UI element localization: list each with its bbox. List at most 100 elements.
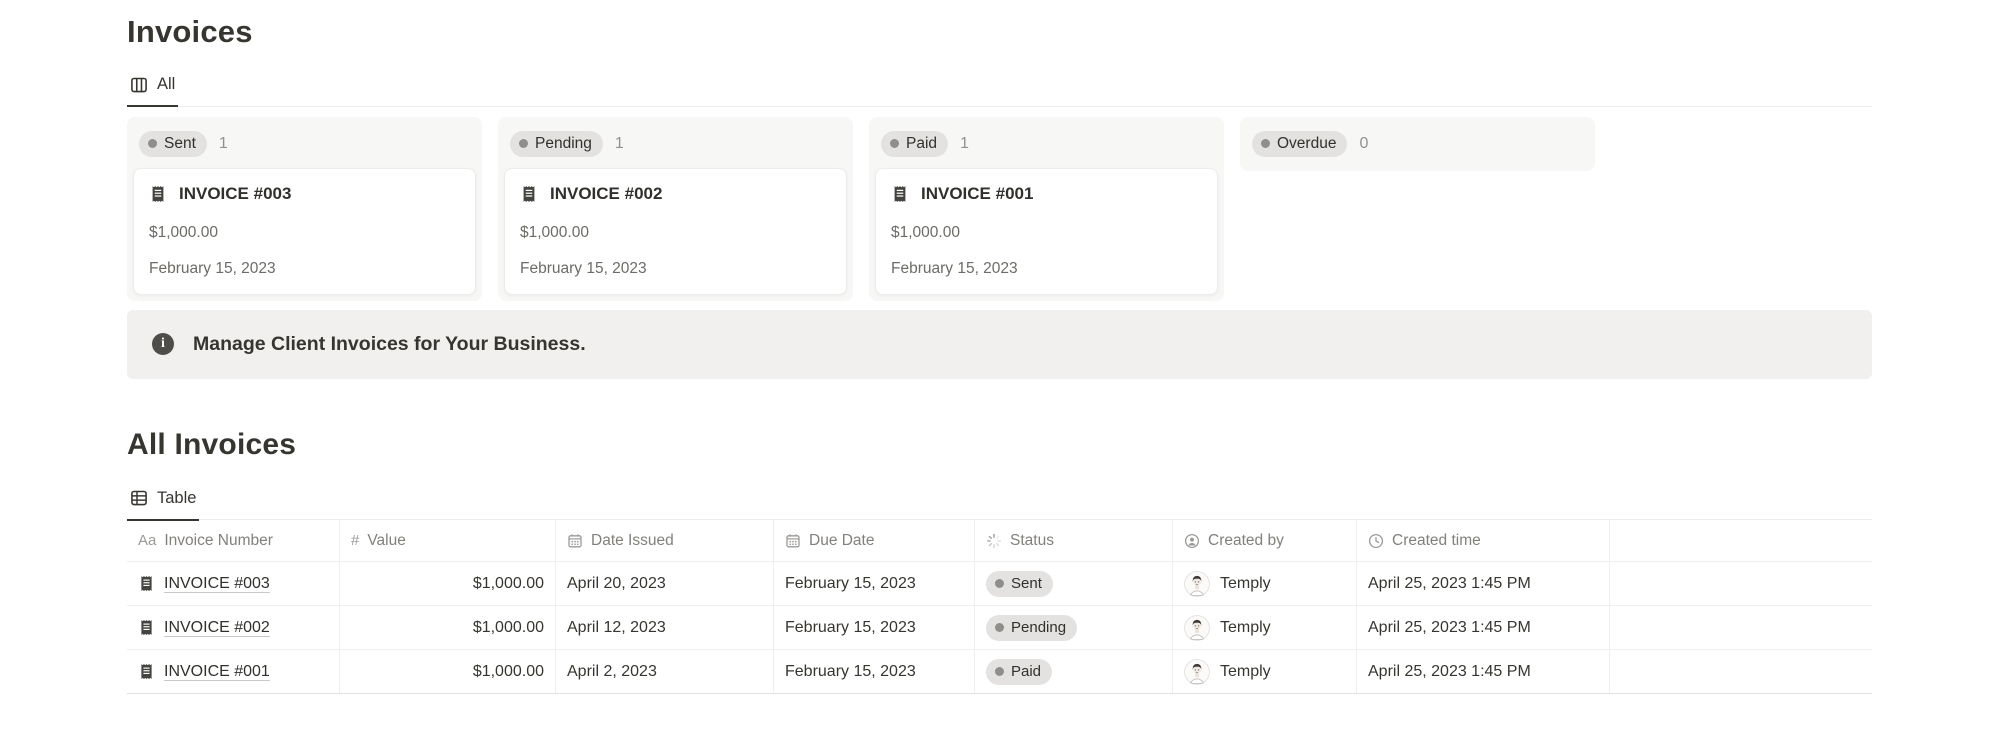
cell-date-issued[interactable]: April 20, 2023 (556, 562, 774, 606)
status-badge-label: Overdue (1277, 134, 1336, 154)
table-view-icon (130, 489, 148, 507)
status-badge-label: Paid (1011, 662, 1041, 682)
cell-due-date[interactable]: February 15, 2023 (774, 562, 975, 606)
calendar-icon (567, 533, 583, 549)
board-column-header[interactable]: Sent 1 (133, 123, 476, 168)
cell-date-issued[interactable]: April 12, 2023 (556, 606, 774, 650)
status-badge-label: Paid (906, 134, 937, 154)
invoices-page: Invoices All Sent 1 INVOICE #003 $1,000.… (0, 0, 1999, 755)
column-header-label: Created time (1392, 532, 1481, 550)
cell-value[interactable]: $1,000.00 (340, 606, 556, 650)
invoice-card[interactable]: INVOICE #002 $1,000.00 February 15, 2023 (504, 168, 847, 295)
status-badge-label: Sent (164, 134, 196, 154)
board-column-paid: Paid 1 INVOICE #001 $1,000.00 February 1… (869, 117, 1224, 301)
status-dot-icon (148, 139, 157, 148)
cell-created-time[interactable]: April 25, 2023 1:45 PM (1357, 562, 1610, 606)
invoice-card[interactable]: INVOICE #001 $1,000.00 February 15, 2023 (875, 168, 1218, 295)
cell-due-date[interactable]: February 15, 2023 (774, 606, 975, 650)
cell-invoice-number[interactable]: INVOICE #003 (127, 562, 340, 606)
board-column-header[interactable]: Paid 1 (875, 123, 1218, 168)
column-header-invoice-number[interactable]: Aa Invoice Number (127, 520, 340, 562)
clock-icon (1368, 533, 1384, 549)
board-column-header[interactable]: Pending 1 (504, 123, 847, 168)
column-count: 1 (219, 135, 228, 153)
card-title: INVOICE #002 (550, 184, 662, 204)
board-column-pending: Pending 1 INVOICE #002 $1,000.00 Februar… (498, 117, 853, 301)
table-row-filler (1610, 562, 1872, 606)
status-dot-icon (995, 623, 1004, 632)
cell-created-by[interactable]: Temply (1173, 562, 1357, 606)
receipt-icon (149, 185, 167, 203)
cell-date-issued[interactable]: April 2, 2023 (556, 650, 774, 694)
text-property-icon: Aa (138, 532, 156, 549)
column-header-status[interactable]: Status (975, 520, 1173, 562)
status-badge: Overdue (1252, 131, 1347, 157)
invoice-page-link[interactable]: INVOICE #003 (164, 575, 270, 593)
cell-status[interactable]: Sent (975, 562, 1173, 606)
calendar-icon (785, 533, 801, 549)
card-value: $1,000.00 (891, 223, 1202, 242)
receipt-icon (891, 185, 909, 203)
column-header-label: Value (367, 532, 406, 550)
tab-all[interactable]: All (127, 61, 178, 107)
column-header-label: Created by (1208, 532, 1284, 550)
table-row-filler (1610, 650, 1872, 694)
column-header-created-by[interactable]: Created by (1173, 520, 1357, 562)
created-by-name: Temply (1220, 619, 1271, 637)
column-header-label: Due Date (809, 532, 874, 550)
created-by-name: Temply (1220, 663, 1271, 681)
receipt-icon (520, 185, 538, 203)
column-header-date-issued[interactable]: Date Issued (556, 520, 774, 562)
invoice-board: Sent 1 INVOICE #003 $1,000.00 February 1… (127, 117, 1872, 301)
board-column-overdue: Overdue 0 (1240, 117, 1595, 171)
status-badge[interactable]: Paid (986, 659, 1052, 685)
status-badge-label: Sent (1011, 574, 1042, 594)
cell-due-date[interactable]: February 15, 2023 (774, 650, 975, 694)
receipt-icon (138, 575, 155, 592)
status-property-icon (986, 533, 1002, 549)
person-icon (1184, 533, 1200, 549)
column-header-value[interactable]: # Value (340, 520, 556, 562)
table-header-row: Aa Invoice Number # Value Date Issued Du… (127, 520, 1872, 562)
table-view-tabbar: Table (127, 475, 1872, 521)
tab-table[interactable]: Table (127, 475, 199, 521)
cell-status[interactable]: Paid (975, 650, 1173, 694)
status-badge[interactable]: Pending (986, 615, 1077, 641)
status-dot-icon (995, 667, 1004, 676)
column-header-created-time[interactable]: Created time (1357, 520, 1610, 562)
table-row: INVOICE #002 $1,000.00 April 12, 2023 Fe… (127, 606, 1872, 650)
column-count: 1 (615, 135, 624, 153)
cell-created-by[interactable]: Temply (1173, 606, 1357, 650)
cell-value[interactable]: $1,000.00 (340, 650, 556, 694)
column-header-label: Status (1010, 532, 1054, 550)
cell-invoice-number[interactable]: INVOICE #001 (127, 650, 340, 694)
invoice-card[interactable]: INVOICE #003 $1,000.00 February 15, 2023 (133, 168, 476, 295)
cell-status[interactable]: Pending (975, 606, 1173, 650)
cell-invoice-number[interactable]: INVOICE #002 (127, 606, 340, 650)
table-header-filler (1610, 520, 1872, 562)
cell-created-time[interactable]: April 25, 2023 1:45 PM (1357, 650, 1610, 694)
receipt-icon (138, 619, 155, 636)
status-dot-icon (995, 579, 1004, 588)
board-column-sent: Sent 1 INVOICE #003 $1,000.00 February 1… (127, 117, 482, 301)
column-count: 1 (960, 135, 969, 153)
board-view-tabbar: All (127, 61, 1872, 107)
avatar (1184, 659, 1210, 685)
status-badge-label: Pending (535, 134, 592, 154)
avatar (1184, 615, 1210, 641)
invoice-page-link[interactable]: INVOICE #002 (164, 619, 270, 637)
board-column-header[interactable]: Overdue 0 (1246, 123, 1589, 165)
status-badge[interactable]: Sent (986, 571, 1053, 597)
card-title: INVOICE #001 (921, 184, 1033, 204)
table-row: INVOICE #001 $1,000.00 April 2, 2023 Feb… (127, 650, 1872, 694)
avatar (1184, 571, 1210, 597)
cell-created-time[interactable]: April 25, 2023 1:45 PM (1357, 606, 1610, 650)
status-dot-icon (519, 139, 528, 148)
invoice-page-link[interactable]: INVOICE #001 (164, 663, 270, 681)
card-value: $1,000.00 (149, 223, 460, 242)
column-header-due-date[interactable]: Due Date (774, 520, 975, 562)
number-property-icon: # (351, 532, 359, 549)
cell-value[interactable]: $1,000.00 (340, 562, 556, 606)
status-badge: Pending (510, 131, 603, 157)
cell-created-by[interactable]: Temply (1173, 650, 1357, 694)
